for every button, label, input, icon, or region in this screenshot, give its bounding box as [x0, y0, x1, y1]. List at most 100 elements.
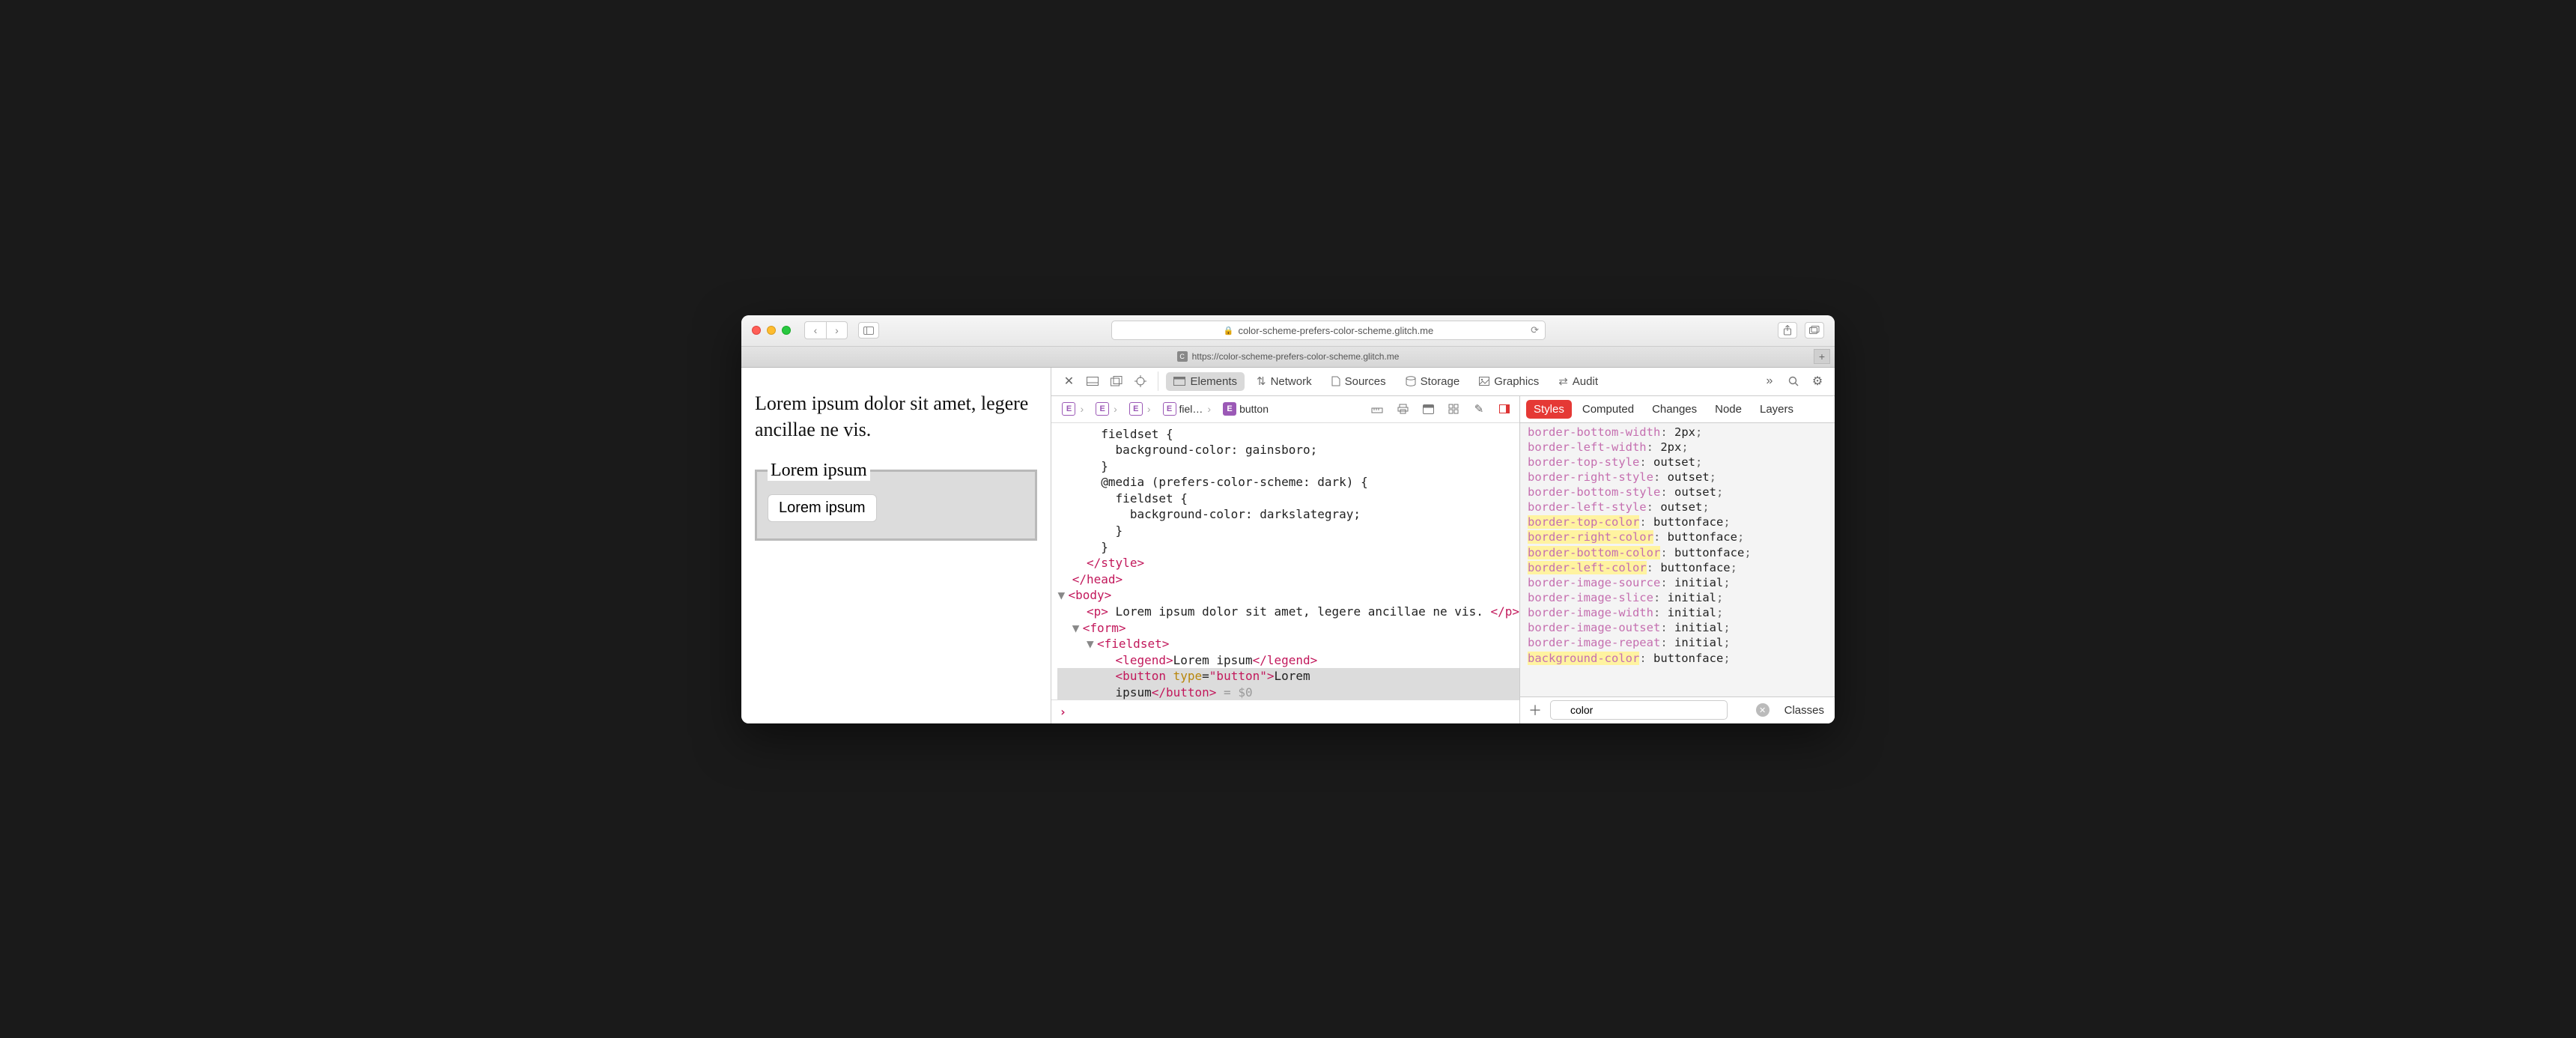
dom-line[interactable]: <legend>Lorem ipsum</legend>	[1057, 652, 1519, 669]
overflow-tabs-button[interactable]: »	[1760, 371, 1779, 391]
dom-line[interactable]: }	[1057, 458, 1519, 475]
styles-tab-changes[interactable]: Changes	[1644, 400, 1704, 419]
tab-network[interactable]: ⇅ Network	[1249, 371, 1319, 391]
styles-tab-computed[interactable]: Computed	[1575, 400, 1641, 419]
style-property-row[interactable]: border-right-color: buttonface;	[1528, 529, 1827, 544]
style-property-row[interactable]: border-bottom-style: outset;	[1528, 485, 1827, 500]
rendered-page: Lorem ipsum dolor sit amet, legere ancil…	[741, 368, 1051, 723]
classes-button[interactable]: Classes	[1780, 702, 1829, 718]
style-property-row[interactable]: border-image-source: initial;	[1528, 575, 1827, 590]
ruler-icon[interactable]	[1368, 400, 1386, 418]
dom-line-selected[interactable]: ipsum</button> = $0	[1057, 685, 1519, 699]
dom-line[interactable]: </style>	[1057, 555, 1519, 571]
crumb-1[interactable]: E›	[1091, 400, 1123, 418]
tab-storage[interactable]: Storage	[1398, 372, 1468, 391]
crumb-4[interactable]: Ebutton	[1218, 400, 1273, 418]
dom-line[interactable]: background-color: darkslategray;	[1057, 506, 1519, 523]
styles-list[interactable]: border-bottom-width: 2px;border-left-wid…	[1520, 423, 1835, 696]
tab-audit[interactable]: ⇄ Audit	[1551, 371, 1606, 391]
address-bar[interactable]: 🔒 color-scheme-prefers-color-scheme.glit…	[1111, 321, 1546, 340]
reload-button[interactable]: ⟳	[1531, 324, 1539, 336]
crumb-tools: ✎	[1368, 400, 1513, 418]
style-property-row[interactable]: border-left-style: outset;	[1528, 500, 1827, 515]
page-button[interactable]: Lorem ipsum	[768, 494, 877, 522]
brush-icon[interactable]: ✎	[1470, 400, 1488, 418]
dock-bottom-icon[interactable]	[1083, 371, 1102, 391]
styles-tab-node[interactable]: Node	[1707, 400, 1749, 419]
style-property-row[interactable]: border-bottom-color: buttonface;	[1528, 545, 1827, 560]
dom-line[interactable]: </head>	[1057, 571, 1519, 588]
dom-line[interactable]: <p> Lorem ipsum dolor sit amet, legere a…	[1057, 604, 1519, 620]
style-property-row[interactable]: border-left-width: 2px;	[1528, 440, 1827, 455]
target-icon[interactable]	[1131, 371, 1150, 391]
close-window-button[interactable]	[752, 326, 761, 335]
console-drawer[interactable]: ›	[1051, 699, 1519, 723]
add-rule-button[interactable]: ＋	[1526, 701, 1544, 719]
dom-line[interactable]: fieldset {	[1057, 491, 1519, 507]
dom-line[interactable]: }	[1057, 539, 1519, 556]
dom-line[interactable]: ▼<form>	[1057, 620, 1519, 637]
crumb-2[interactable]: E›	[1125, 400, 1157, 418]
style-property-row[interactable]: border-bottom-width: 2px;	[1528, 425, 1827, 440]
dom-line[interactable]: ▼<body>	[1057, 587, 1519, 604]
style-property-row[interactable]: border-image-width: initial;	[1528, 605, 1827, 620]
property-value: buttonface	[1653, 652, 1723, 665]
style-property-row[interactable]: background-color: buttonface;	[1528, 651, 1827, 666]
property-value: initial	[1674, 576, 1723, 589]
clear-filter-button[interactable]: ✕	[1756, 703, 1770, 717]
style-property-row[interactable]: border-image-repeat: initial;	[1528, 635, 1827, 650]
dom-line[interactable]: }	[1057, 523, 1519, 539]
dom-line[interactable]: @media (prefers-color-scheme: dark) {	[1057, 474, 1519, 491]
tab-elements-label: Elements	[1190, 375, 1237, 388]
styles-tab-styles[interactable]: Styles	[1526, 400, 1572, 419]
new-tab-button[interactable]: +	[1814, 349, 1830, 364]
minimize-window-button[interactable]	[767, 326, 776, 335]
property-name: border-image-source	[1528, 576, 1660, 589]
crumb-3[interactable]: Efiel…›	[1158, 400, 1218, 418]
print-icon[interactable]	[1394, 400, 1412, 418]
back-button[interactable]: ‹	[805, 322, 826, 339]
style-property-row[interactable]: border-image-outset: initial;	[1528, 620, 1827, 635]
tab-sources[interactable]: Sources	[1324, 372, 1394, 391]
dom-line[interactable]: background-color: gainsboro;	[1057, 442, 1519, 458]
console-prompt-icon: ›	[1059, 705, 1066, 719]
close-devtools-button[interactable]: ✕	[1059, 371, 1078, 391]
dock-popup-icon[interactable]	[1107, 371, 1126, 391]
element-badge-icon: E	[1129, 402, 1143, 416]
dom-line[interactable]: ▼<fieldset>	[1057, 636, 1519, 652]
style-property-row[interactable]: border-right-style: outset;	[1528, 470, 1827, 485]
forward-button[interactable]: ›	[826, 322, 847, 339]
styles-tab-layers[interactable]: Layers	[1752, 400, 1801, 419]
zoom-window-button[interactable]	[782, 326, 791, 335]
sidebar-toggle-button[interactable]	[858, 322, 879, 339]
property-name: border-left-width	[1528, 440, 1647, 454]
tab-favicon: C	[1177, 351, 1188, 362]
crumb-0[interactable]: E›	[1057, 400, 1090, 418]
property-name: border-left-style	[1528, 500, 1647, 514]
styles-filter-input[interactable]	[1550, 700, 1728, 720]
device-icon[interactable]	[1419, 400, 1437, 418]
tab-graphics[interactable]: Graphics	[1471, 372, 1546, 391]
styles-tabs: Styles Computed Changes Node Layers	[1520, 396, 1835, 423]
dom-line[interactable]: fieldset {	[1057, 426, 1519, 443]
tab-audit-label: Audit	[1573, 375, 1598, 388]
settings-button[interactable]: ⚙	[1808, 371, 1827, 391]
tab-network-label: Network	[1271, 375, 1312, 388]
style-property-row[interactable]: border-left-color: buttonface;	[1528, 560, 1827, 575]
dom-line-selected[interactable]: <button type="button">Lorem	[1057, 668, 1519, 685]
element-badge-icon: E	[1163, 402, 1176, 416]
property-name: border-left-color	[1528, 561, 1647, 574]
style-property-row[interactable]: border-top-style: outset;	[1528, 455, 1827, 470]
tab-title[interactable]: https://color-scheme-prefers-color-schem…	[1192, 351, 1400, 362]
sidebar-toggle-icon[interactable]	[1495, 400, 1513, 418]
share-button[interactable]	[1778, 322, 1797, 339]
tab-elements[interactable]: Elements	[1166, 372, 1245, 391]
search-button[interactable]	[1784, 371, 1803, 391]
tabs-overview-button[interactable]	[1805, 322, 1824, 339]
dom-tree[interactable]: fieldset { background-color: gainsboro; …	[1051, 423, 1519, 699]
style-property-row[interactable]: border-top-color: buttonface;	[1528, 515, 1827, 529]
grid-icon[interactable]	[1445, 400, 1462, 418]
element-badge-icon: E	[1062, 402, 1075, 416]
sources-icon	[1331, 376, 1340, 386]
style-property-row[interactable]: border-image-slice: initial;	[1528, 590, 1827, 605]
